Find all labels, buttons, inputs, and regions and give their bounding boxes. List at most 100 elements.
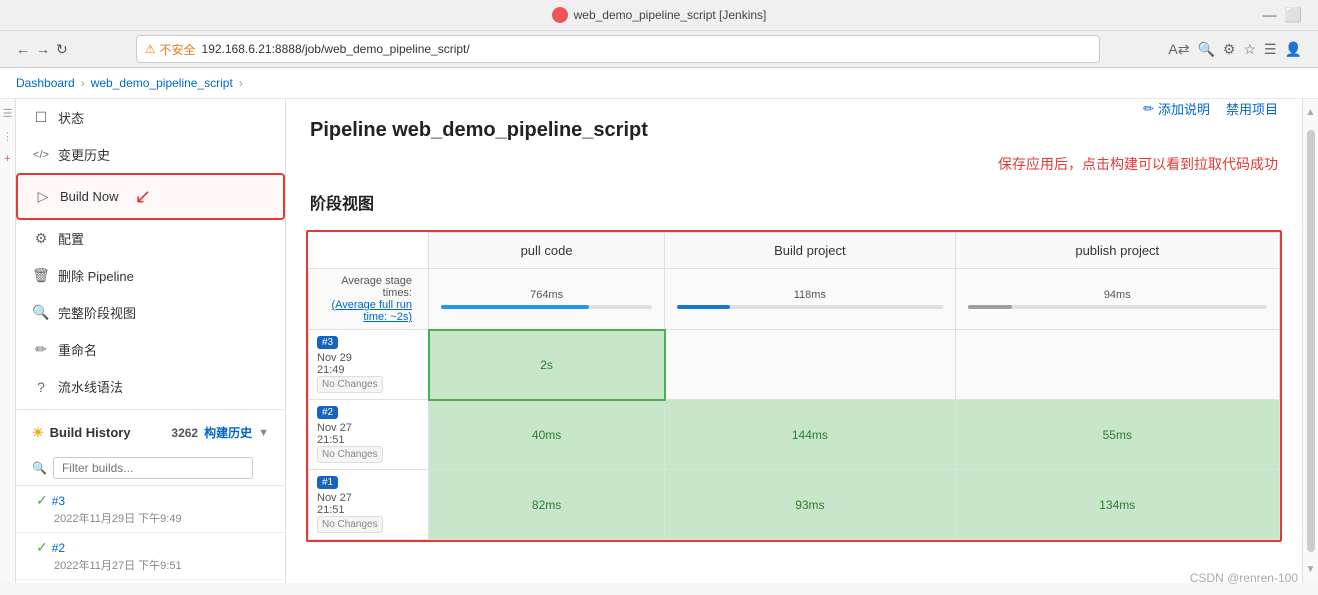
no-changes-3: No Changes <box>317 376 383 393</box>
sidebar: ☐ 状态 </> 变更历史 ▷ Build Now ↙ ⚙ 配置 🗑 删除 Pi… <box>16 99 286 583</box>
build-row-2: #2 Nov 27 21:51 No Changes 40ms 144ms 55… <box>309 400 1280 470</box>
build-label-1: #1 Nov 27 21:51 No Changes <box>309 470 429 540</box>
breadcrumb-pipeline[interactable]: web_demo_pipeline_script <box>91 76 233 90</box>
build-link-2[interactable]: ✓ #2 <box>36 539 269 556</box>
build-num-label-3: #3 <box>52 494 65 508</box>
build-time-1-label: 21:51 <box>317 504 345 516</box>
refresh-button[interactable]: ↻ <box>56 41 68 58</box>
status-icon: ☐ <box>32 109 50 126</box>
build-filter-input[interactable] <box>53 457 253 479</box>
annotation-arrow: ↙ <box>135 184 152 209</box>
minimize-button[interactable]: — <box>1263 7 1277 24</box>
section-title: 阶段视图 <box>286 182 1302 230</box>
build-date-3: 2022年11月29日 下午9:49 <box>36 510 269 526</box>
build-history-header: ☀ Build History 3262 构建历史 ▼ <box>16 414 285 451</box>
build-list-item-1: ✓ #1 2022年11月27日 下午9:51 <box>16 580 285 583</box>
forward-button[interactable]: → <box>36 41 50 57</box>
build-history-icon: ☀ <box>32 425 44 441</box>
col-pull-code: pull code <box>429 233 665 269</box>
top-action-links: ✏ 添加说明 禁用项目 <box>1119 99 1302 130</box>
sidebar-item-build-now[interactable]: ▷ Build Now ↙ <box>16 173 285 220</box>
build-row-3: #3 Nov 29 21:49 No Changes 2s <box>309 330 1280 400</box>
build-check-3: ✓ <box>36 492 48 509</box>
avg-val-build-text: 118ms <box>794 289 826 301</box>
avg-row: Average stage times: (Average full run t… <box>309 269 1280 330</box>
avg-val-pull: 764ms <box>429 269 665 330</box>
build-history-expand[interactable]: ▼ <box>258 427 269 439</box>
build-time-2-label: 21:51 <box>317 434 345 446</box>
add-desc-link[interactable]: ✏ 添加说明 <box>1143 99 1210 118</box>
warning-icon: ⚠ <box>145 42 156 56</box>
browser-titlebar: web_demo_pipeline_script [Jenkins] — ⬜ <box>0 0 1318 30</box>
build-row-1: #1 Nov 27 21:51 No Changes 82ms 93ms 134… <box>309 470 1280 540</box>
sidebar-item-rename[interactable]: ✏ 重命名 <box>16 331 285 368</box>
sidebar-item-status[interactable]: ☐ 状态 <box>16 99 285 136</box>
build-now-icon: ▷ <box>34 188 52 205</box>
csdn-watermark: CSDN @renren-100 <box>1190 571 1298 585</box>
avg-val-publish-text: 94ms <box>1104 289 1131 301</box>
breadcrumb-dashboard[interactable]: Dashboard <box>16 76 75 90</box>
filter-icon: 🔍 <box>32 461 47 475</box>
scrollbar-down[interactable]: ▼ <box>1306 564 1316 575</box>
stage-cell-3-build <box>665 330 955 400</box>
sidebar-label-delete: 删除 Pipeline <box>58 266 134 285</box>
translate-icon[interactable]: A⇄ <box>1168 41 1189 58</box>
scrollbar-thumb[interactable] <box>1307 130 1315 552</box>
sidebar-label-rename: 重命名 <box>58 340 97 359</box>
avg-val-build: 118ms <box>665 269 955 330</box>
left-icon-2: ⋮ <box>2 130 13 143</box>
browser-nav[interactable]: ← → ↻ <box>8 39 76 60</box>
empty-header <box>309 233 429 269</box>
back-button[interactable]: ← <box>16 41 30 57</box>
left-icon-1: ☰ <box>3 107 13 120</box>
avg-val-publish: 94ms <box>955 269 1279 330</box>
delete-icon: 🗑 <box>32 267 50 284</box>
stage-cell-3-publish <box>955 330 1279 400</box>
sidebar-item-pipeline-syntax[interactable]: ? 流水线语法 <box>16 368 285 405</box>
build-date-2: 2022年11月27日 下午9:51 <box>36 557 269 573</box>
search-icon[interactable]: 🔍 <box>1197 41 1214 58</box>
sidebar-label-changes: 变更历史 <box>58 145 110 164</box>
stage-cell-1-pull[interactable]: 82ms <box>429 470 665 540</box>
stage-cell-2-build[interactable]: 144ms <box>665 400 955 470</box>
settings-icon[interactable]: ⚙ <box>1223 41 1236 58</box>
build-history-link[interactable]: 构建历史 <box>204 424 252 441</box>
sidebar-item-configure[interactable]: ⚙ 配置 <box>16 220 285 257</box>
left-icon-strip: ☰ ⋮ + <box>0 99 16 583</box>
sidebar-label-pipeline-syntax: 流水线语法 <box>58 377 123 396</box>
rename-icon: ✏ <box>32 341 50 358</box>
build-history-count: 3262 <box>171 426 198 440</box>
build-badge-1: #1 <box>317 476 338 489</box>
stage-cell-1-publish[interactable]: 134ms <box>955 470 1279 540</box>
build-date-3-label: Nov 29 <box>317 352 352 364</box>
col-build-project: Build project <box>665 233 955 269</box>
left-icon-3: + <box>4 153 10 165</box>
avg-label-text: Average stage times: <box>341 275 412 299</box>
stage-cell-3-pull[interactable]: 2s <box>429 330 665 400</box>
stage-cell-1-build[interactable]: 93ms <box>665 470 955 540</box>
sidebar-label-full-stage: 完整阶段视图 <box>58 303 136 322</box>
collections-icon[interactable]: ☰ <box>1264 41 1277 58</box>
sidebar-label-configure: 配置 <box>58 229 84 248</box>
maximize-button[interactable]: ⬜ <box>1285 7 1302 24</box>
full-stage-icon: 🔍 <box>32 304 50 321</box>
build-badge-2: #2 <box>317 406 338 419</box>
address-bar[interactable]: ⚠ 不安全 192.168.6.21:8888/job/web_demo_pip… <box>136 35 1101 63</box>
profile-icon[interactable]: 👤 <box>1285 41 1302 58</box>
stage-cell-2-publish[interactable]: 55ms <box>955 400 1279 470</box>
sidebar-item-delete[interactable]: 🗑 删除 Pipeline <box>16 257 285 294</box>
scrollbar-up[interactable]: ▲ <box>1306 107 1316 118</box>
stage-cell-2-pull[interactable]: 40ms <box>429 400 665 470</box>
window-controls[interactable]: — ⬜ <box>1263 7 1302 24</box>
favorites-icon[interactable]: ☆ <box>1243 41 1256 58</box>
sidebar-item-full-stage[interactable]: 🔍 完整阶段视图 <box>16 294 285 331</box>
build-link-3[interactable]: ✓ #3 <box>36 492 269 509</box>
avg-val-pull-text: 764ms <box>530 289 563 301</box>
build-filter: 🔍 <box>16 451 285 486</box>
avg-label-cell: Average stage times: (Average full run t… <box>309 269 429 330</box>
disable-project-link[interactable]: 禁用项目 <box>1226 99 1278 118</box>
url-text[interactable]: 192.168.6.21:8888/job/web_demo_pipeline_… <box>202 42 470 56</box>
build-check-2: ✓ <box>36 539 48 556</box>
sidebar-item-changes[interactable]: </> 变更历史 <box>16 136 285 173</box>
build-num-label-2: #2 <box>52 541 65 555</box>
